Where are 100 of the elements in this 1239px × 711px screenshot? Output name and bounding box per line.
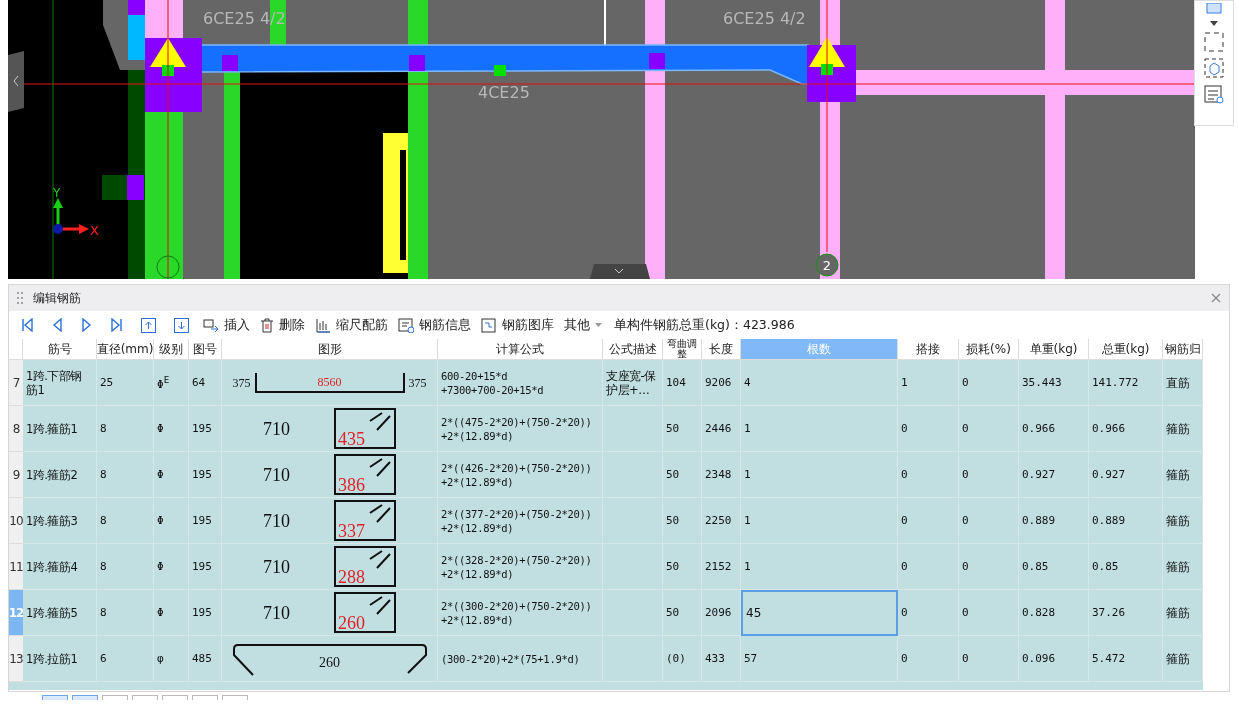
- table-cell: 1跨.箍筋3: [23, 498, 97, 544]
- toolbar-button[interactable]: 缩尺配筋: [313, 314, 390, 336]
- grid-bubble: [156, 255, 180, 279]
- cube-view-icon[interactable]: [1204, 58, 1224, 78]
- table-cell: 箍筋: [1163, 406, 1203, 452]
- column-header[interactable]: 长度: [702, 339, 741, 360]
- column-header[interactable]: 直径(mm): [97, 339, 154, 360]
- table-cell: Φ$^{E}$: [154, 360, 189, 406]
- table-cell: 195: [189, 590, 222, 636]
- toolbar-button[interactable]: 插入: [201, 314, 252, 336]
- column-header[interactable]: 图号: [189, 339, 222, 360]
- table-cell: 0: [898, 590, 959, 636]
- table-cell: Φ: [154, 590, 189, 636]
- column-header[interactable]: 图形: [222, 339, 438, 360]
- tab-button[interactable]: [192, 695, 218, 700]
- hook-icon: [368, 504, 392, 524]
- table-cell: 2*((300-2*20)+(750-2*20)) +2*(12.89*d): [438, 590, 603, 636]
- toolbar-button[interactable]: 钢筋信息: [396, 314, 473, 336]
- table-cell[interactable]: 1: [741, 406, 898, 452]
- table-cell: Φ: [154, 544, 189, 590]
- table-cell[interactable]: 57: [741, 636, 898, 682]
- table-cell: 50: [663, 544, 702, 590]
- table-cell: 箍筋: [1163, 590, 1203, 636]
- column-header[interactable]: 公式描述: [603, 339, 663, 360]
- table-cell: 0: [959, 406, 1019, 452]
- table-cell: 箍筋: [1163, 498, 1203, 544]
- bar-chart-icon: [315, 317, 331, 333]
- column-header[interactable]: 级别: [154, 339, 189, 360]
- selection-icon[interactable]: [1204, 32, 1224, 52]
- table-cell: 8: [97, 544, 154, 590]
- more-menu-button[interactable]: 其他: [562, 314, 604, 336]
- dimension-label: 710: [263, 421, 290, 436]
- dimension-label: 710: [263, 513, 290, 528]
- table-cell[interactable]: 1: [741, 452, 898, 498]
- collapse-handle[interactable]: [590, 264, 650, 279]
- table-cell: 35.443: [1019, 360, 1089, 406]
- drag-handle-icon[interactable]: [17, 292, 23, 304]
- collapse-handle[interactable]: [8, 51, 24, 112]
- toolbar-button[interactable]: 钢筋图库: [479, 314, 556, 336]
- row-number[interactable]: 10: [9, 498, 23, 544]
- column-header[interactable]: 单重(kg): [1019, 339, 1089, 360]
- table-cell: 0: [898, 406, 959, 452]
- dimension-label: 435: [338, 432, 365, 446]
- last-icon: [111, 318, 123, 332]
- table-cell: 2*((426-2*20)+(750-2*20)) +2*(12.89*d): [438, 452, 603, 498]
- table-cell[interactable]: 45: [741, 590, 898, 636]
- rebar-label: 4CE25: [478, 83, 530, 102]
- table-cell: 1跨.下部钢筋1: [23, 360, 97, 406]
- insert-icon: [203, 318, 219, 332]
- column-header[interactable]: 总重(kg): [1089, 339, 1163, 360]
- row-number[interactable]: 11: [9, 544, 23, 590]
- table-cell: 0.85: [1019, 544, 1089, 590]
- caret-icon[interactable]: [1210, 21, 1218, 26]
- column-header[interactable]: 弯曲调整: [663, 339, 702, 360]
- support-marker-icon: [807, 37, 856, 102]
- table-cell: 600-20+15*d +7300+700-20+15*d: [438, 360, 603, 406]
- tab-button[interactable]: [132, 695, 158, 700]
- table-cell[interactable]: 1: [741, 498, 898, 544]
- table-cell: 8: [97, 406, 154, 452]
- cube-icon[interactable]: [1205, 3, 1223, 15]
- table-cell: 2446: [702, 406, 741, 452]
- column-header[interactable]: 钢筋归: [1163, 339, 1203, 360]
- row-number[interactable]: 8: [9, 406, 23, 452]
- column-header[interactable]: 计算公式: [438, 339, 603, 360]
- trash-icon: [260, 317, 274, 333]
- table-cell: 0: [959, 452, 1019, 498]
- row-number[interactable]: 9: [9, 452, 23, 498]
- hook-icon: [368, 458, 392, 478]
- table-cell: 0.828: [1019, 590, 1089, 636]
- dimension-label: 386: [338, 478, 365, 492]
- table-cell: 0.966: [1019, 406, 1089, 452]
- tab-button[interactable]: [162, 695, 188, 700]
- dimension-label: 288: [338, 570, 365, 584]
- table-cell: 195: [189, 498, 222, 544]
- toolbar-button[interactable]: 删除: [258, 314, 307, 336]
- table-cell[interactable]: 4: [741, 360, 898, 406]
- tab-button[interactable]: [102, 695, 128, 700]
- table-cell[interactable]: 1: [741, 544, 898, 590]
- column-header[interactable]: 筋号: [23, 339, 97, 360]
- table-cell: 50: [663, 452, 702, 498]
- table-cell: 箍筋: [1163, 636, 1203, 682]
- table-cell: 485: [189, 636, 222, 682]
- table-cell: 5.472: [1089, 636, 1163, 682]
- table-cell: 1跨.箍筋2: [23, 452, 97, 498]
- tab-button[interactable]: [42, 695, 68, 700]
- table-cell: 2152: [702, 544, 741, 590]
- table-cell: 0.927: [1019, 452, 1089, 498]
- tab-button[interactable]: [72, 695, 98, 700]
- close-icon[interactable]: [1211, 293, 1221, 303]
- leader-line: [604, 0, 606, 45]
- column-header[interactable]: 搭接: [898, 339, 959, 360]
- dimension-label: 710: [263, 605, 290, 620]
- column-header[interactable]: 损耗(%): [959, 339, 1019, 360]
- tab-button[interactable]: [222, 695, 248, 700]
- table-cell: 支座宽-保护层+…: [603, 360, 663, 406]
- table-cell: 6: [97, 636, 154, 682]
- row-number[interactable]: 13: [9, 636, 23, 682]
- grid-bubble: 2: [815, 253, 839, 277]
- list-icon[interactable]: [1204, 84, 1224, 104]
- row-number[interactable]: 7: [9, 360, 23, 406]
